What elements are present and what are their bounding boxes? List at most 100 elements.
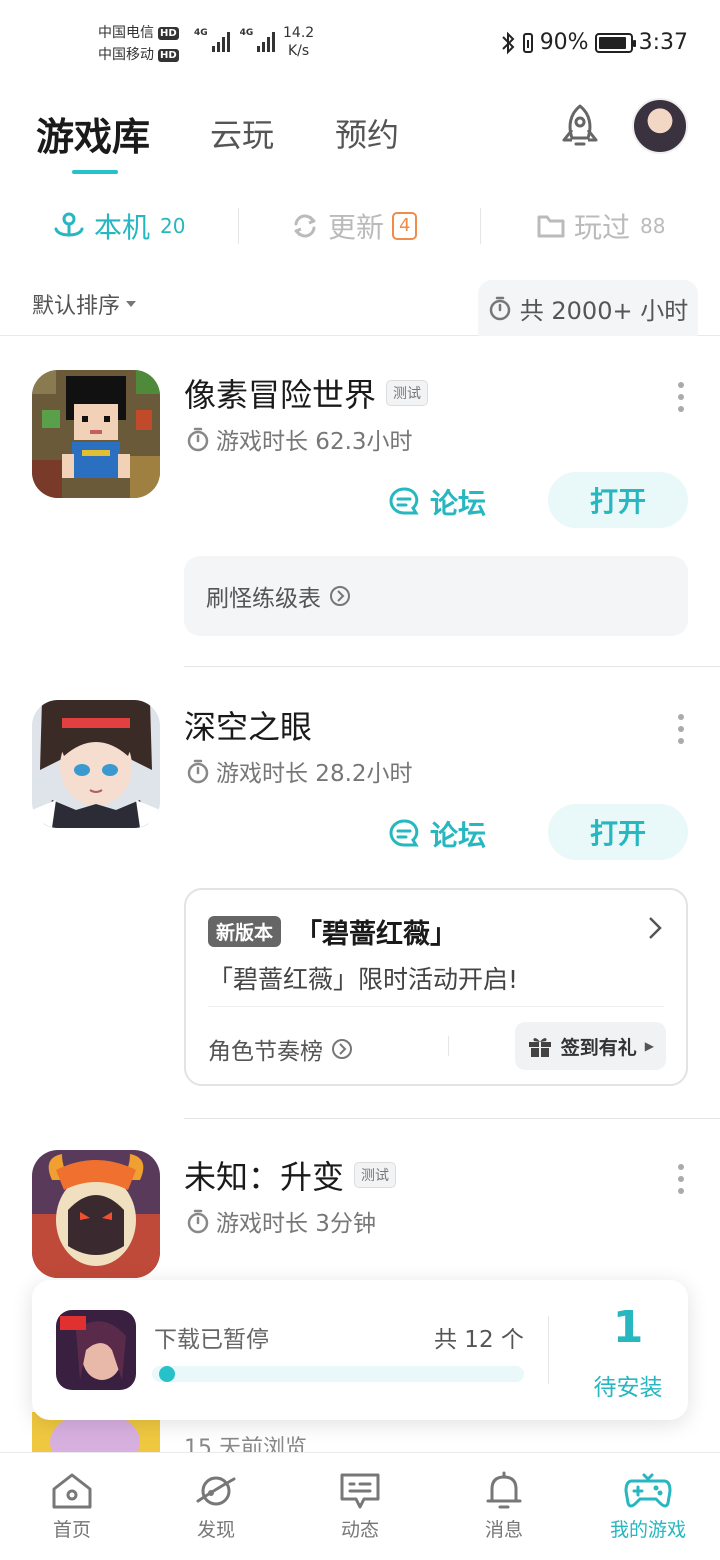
- play-time: 游戏时长 28.2小时: [186, 754, 413, 788]
- sub-tab-label: 玩过: [574, 211, 631, 244]
- progress-indicator: [159, 1366, 175, 1382]
- game-title-text: 未知：升变: [184, 1158, 345, 1196]
- nav-home[interactable]: 首页: [0, 1453, 144, 1560]
- message-board-icon: [340, 1473, 380, 1509]
- signal-icon: 4G: [240, 28, 276, 52]
- clock: 3:37: [638, 30, 688, 55]
- sub-tab-updates[interactable]: 更新 4: [290, 206, 418, 246]
- play-time: 游戏时长 3分钟: [186, 1204, 376, 1238]
- test-tag: 测试: [354, 1162, 397, 1188]
- sub-tab-count: 88: [640, 214, 666, 238]
- nav-my-games[interactable]: 我的游戏: [576, 1453, 720, 1560]
- update-count-badge: 4: [392, 212, 418, 240]
- hd-badge: HD: [158, 26, 179, 40]
- version-news-card[interactable]: 新版本 「碧蔷红薇」 「碧蔷红薇」限时活动开启! 角色节奏榜 签到有礼 ▶: [184, 888, 688, 1086]
- battery-percent: 90%: [539, 30, 589, 55]
- carrier-2: 中国移动: [98, 47, 154, 63]
- forum-button[interactable]: 论坛: [388, 814, 486, 854]
- gamepad-icon: [624, 1473, 672, 1508]
- sub-tab-played[interactable]: 玩过 88: [536, 206, 665, 246]
- stopwatch-icon: [489, 296, 511, 321]
- download-status-card[interactable]: 下载已暂停 共 12 个 1 待安装: [32, 1280, 688, 1420]
- signin-reward-button[interactable]: 签到有礼 ▶: [514, 1022, 666, 1070]
- stopwatch-icon: [187, 427, 209, 452]
- circle-chevron-right-icon: [332, 1039, 352, 1059]
- new-version-tag: 新版本: [208, 916, 282, 947]
- game-title[interactable]: 像素冒险世界 测试: [184, 370, 429, 416]
- game-icon[interactable]: [32, 700, 160, 828]
- refresh-icon: [294, 214, 316, 238]
- game-icon[interactable]: [32, 370, 160, 498]
- bluetooth-icon: [501, 31, 515, 54]
- pending-install-label[interactable]: 待安装: [578, 1368, 678, 1402]
- open-button[interactable]: 打开: [548, 472, 688, 528]
- game-title[interactable]: 深空之眼: [184, 702, 312, 748]
- divider: [480, 208, 481, 244]
- role-ranking-link[interactable]: 角色节奏榜: [208, 1032, 353, 1066]
- game-title[interactable]: 未知：升变 测试: [184, 1152, 397, 1198]
- stopwatch-icon: [187, 1209, 209, 1234]
- nav-discover[interactable]: 发现: [144, 1453, 288, 1560]
- download-progress-bar: [152, 1366, 524, 1382]
- news-title: 「碧蔷红薇」: [295, 919, 458, 950]
- tab-reservation[interactable]: 预约: [335, 110, 399, 156]
- sort-label: 默认排序: [32, 294, 121, 319]
- planet-icon: [196, 1476, 236, 1506]
- status-bar: 中国电信 HD 中国移动 HD 4G 4G 14.2 K/s 90% 3:37: [0, 0, 720, 80]
- nav-messages[interactable]: 消息: [432, 1453, 576, 1560]
- download-total: 共 12 个: [434, 1327, 524, 1353]
- network-speed: 14.2 K/s: [283, 25, 315, 59]
- forum-button[interactable]: 论坛: [388, 482, 486, 522]
- chat-bubble-icon: [389, 819, 419, 847]
- user-avatar[interactable]: [632, 98, 688, 154]
- divider: [548, 1316, 549, 1384]
- open-button[interactable]: 打开: [548, 804, 688, 860]
- pending-install-count: 1: [612, 1302, 644, 1353]
- more-options-icon[interactable]: [676, 1164, 686, 1194]
- game-item: 像素冒险世界 测试 游戏时长 62.3小时 论坛 打开 刷怪练级表: [0, 336, 720, 667]
- vibrate-icon: [522, 32, 533, 53]
- divider: [238, 208, 239, 244]
- caret-down-icon: [126, 301, 137, 307]
- more-options-icon[interactable]: [676, 382, 686, 412]
- divider: [184, 666, 720, 667]
- chevron-right-icon: [649, 917, 662, 939]
- divider: [448, 1036, 449, 1056]
- status-right: 90% 3:37: [500, 30, 688, 55]
- game-item: 深空之眼 游戏时长 28.2小时 论坛 打开 新版本 「碧蔷红薇」 「碧蔷红薇」…: [0, 668, 720, 1119]
- sub-tab-label: 更新: [328, 211, 385, 244]
- sort-dropdown[interactable]: 默认排序: [32, 288, 137, 320]
- stopwatch-icon: [187, 759, 209, 784]
- bottom-nav: 首页 发现 动态 消息 我的游戏: [0, 1452, 720, 1560]
- news-header: 新版本 「碧蔷红薇」: [208, 912, 457, 951]
- sub-tab-local[interactable]: 本机 20: [52, 206, 185, 246]
- gift-icon: [528, 1038, 551, 1057]
- game-title-text: 像素冒险世界: [184, 376, 377, 414]
- rocket-icon[interactable]: [554, 102, 606, 154]
- bell-icon: [486, 1471, 522, 1509]
- carrier-1: 中国电信: [98, 25, 154, 41]
- home-icon: [52, 1473, 92, 1509]
- nav-activity[interactable]: 动态: [288, 1453, 432, 1560]
- tab-cloud-play[interactable]: 云玩: [210, 110, 274, 156]
- total-hours[interactable]: 共 2000+ 小时: [478, 280, 698, 336]
- tab-game-library[interactable]: 游戏库: [36, 106, 150, 161]
- download-status: 下载已暂停: [154, 1327, 269, 1353]
- anchor-icon: [54, 212, 84, 237]
- total-hours-text: 共 2000+ 小时: [519, 296, 689, 325]
- battery-icon: [594, 32, 636, 53]
- download-game-icon: [56, 1310, 136, 1390]
- sub-tab-label: 本机: [94, 211, 151, 244]
- guide-label: 刷怪练级表: [206, 586, 321, 612]
- chat-bubble-icon: [389, 487, 419, 515]
- sub-tabs: 本机 20 更新 4 玩过 88: [0, 200, 720, 256]
- play-time: 游戏时长 62.3小时: [186, 422, 413, 456]
- signal-icons: 4G 4G: [194, 28, 276, 52]
- test-tag: 测试: [386, 380, 429, 406]
- carrier-info: 中国电信 HD 中国移动 HD: [98, 22, 179, 66]
- more-options-icon[interactable]: [676, 714, 686, 744]
- folder-icon: [537, 215, 565, 238]
- game-icon[interactable]: [32, 1150, 160, 1278]
- signal-icon: 4G: [194, 28, 230, 52]
- guide-card[interactable]: 刷怪练级表: [184, 556, 688, 636]
